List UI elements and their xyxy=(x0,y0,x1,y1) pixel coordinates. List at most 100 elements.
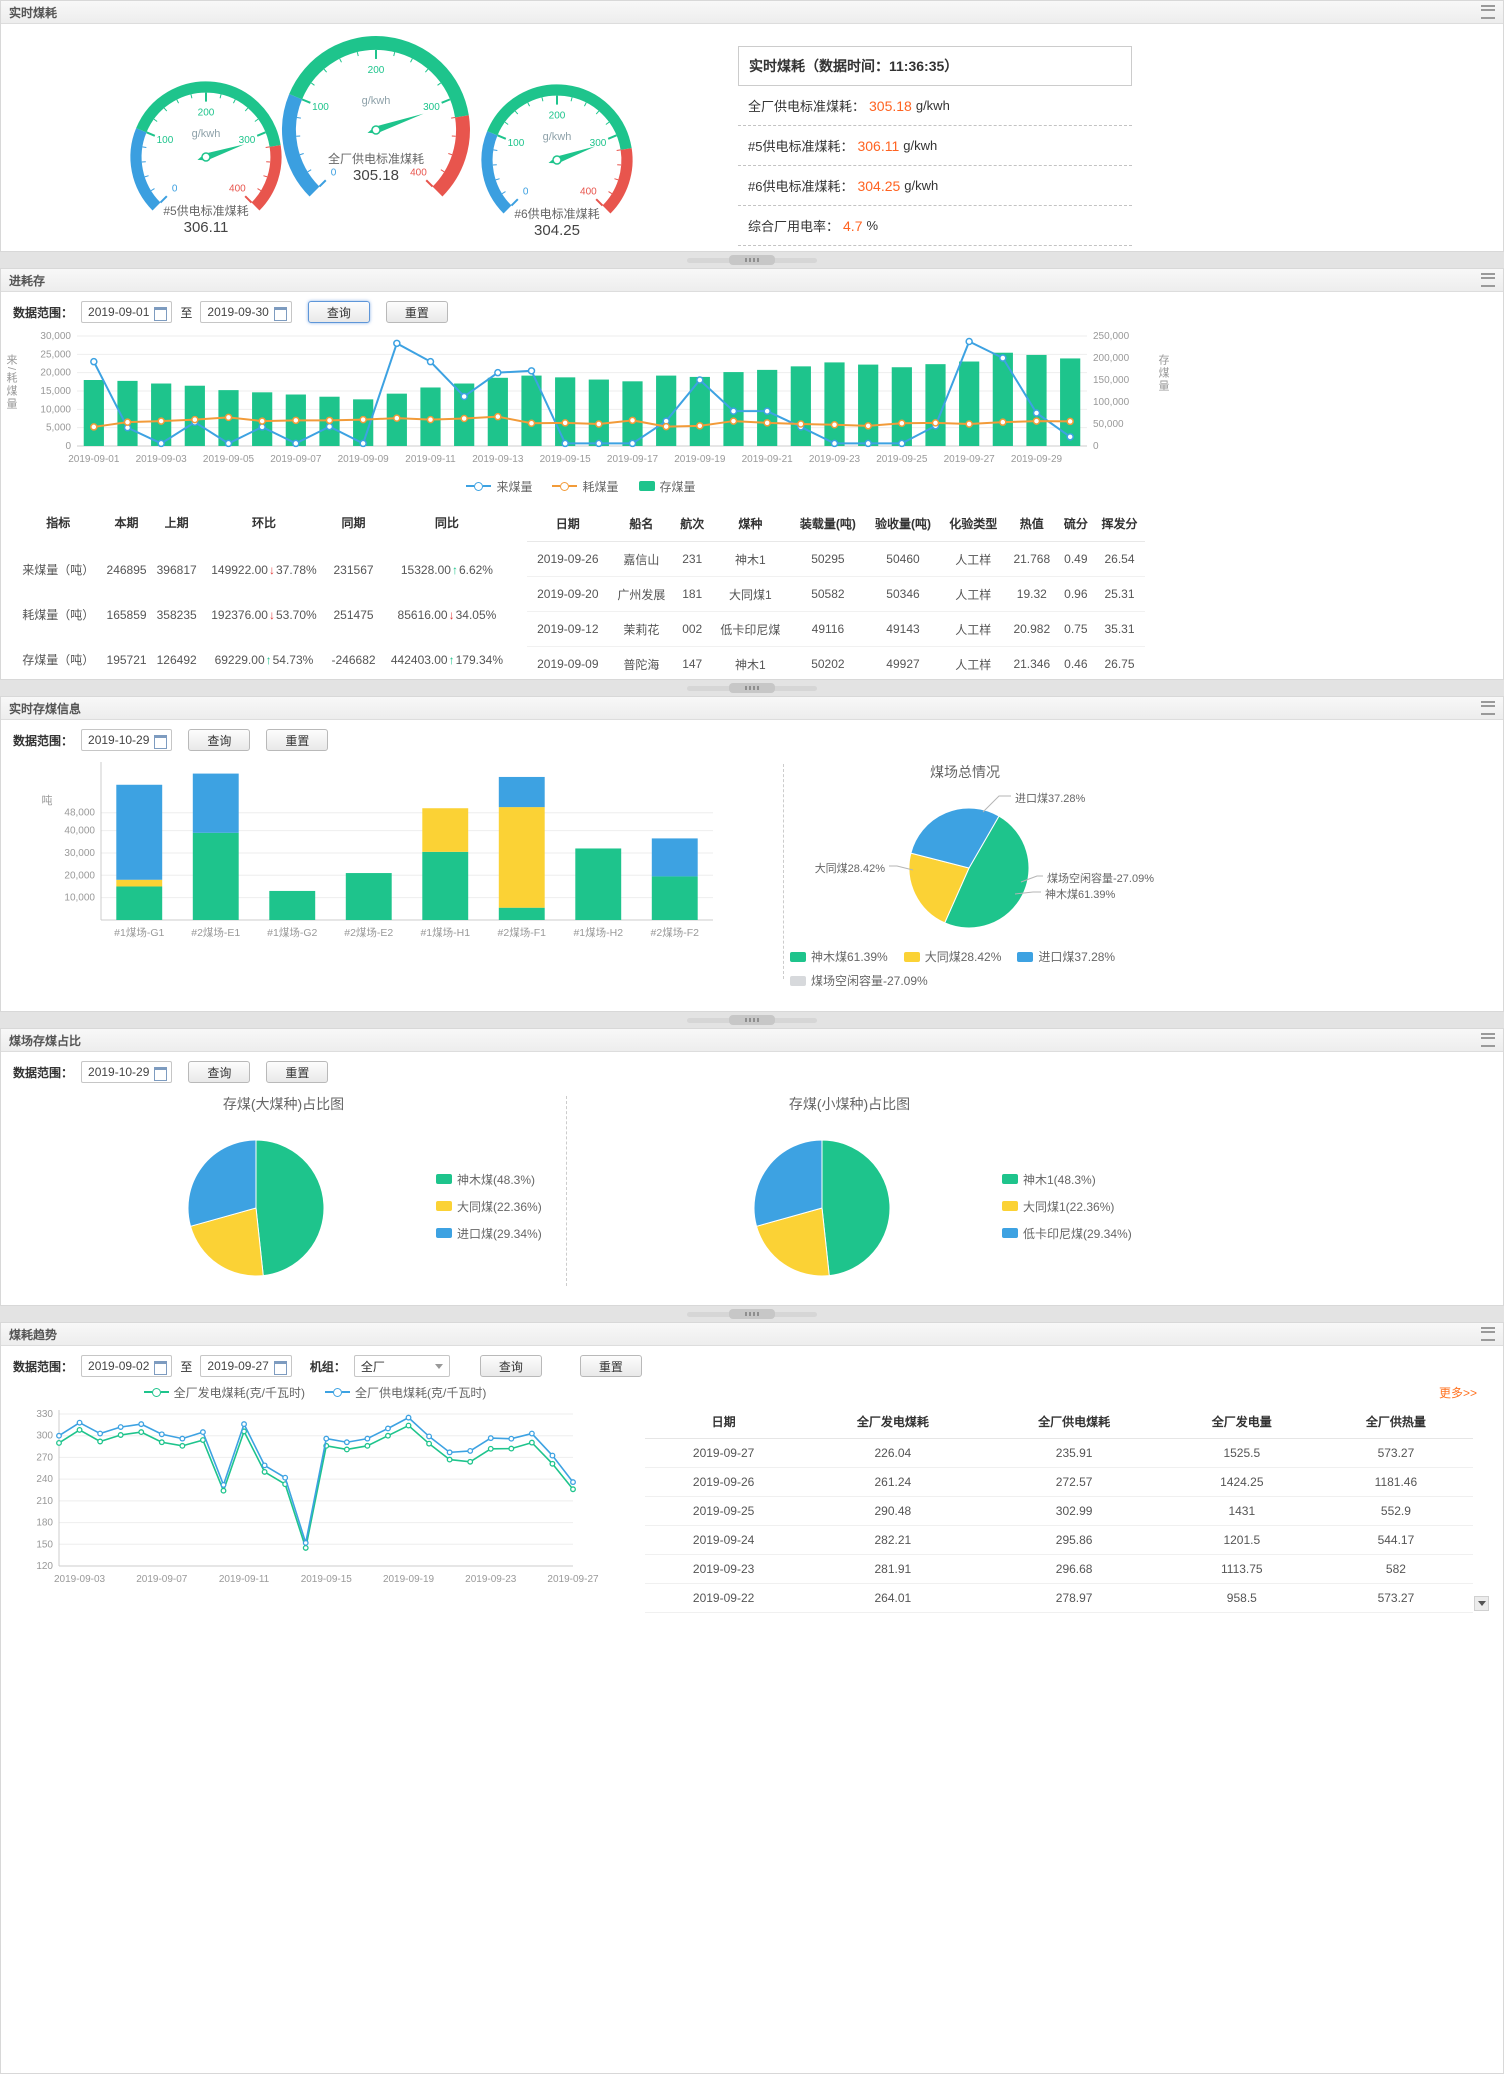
panel-coal-trend: 煤耗趋势 数据范围： 2019-09-02 至 2019-09-27 机组： 全… xyxy=(0,1322,1504,2074)
legend-item[interactable]: 神木煤61.39% xyxy=(790,948,888,965)
scrollbar-track xyxy=(687,1018,817,1023)
panel-title: 煤耗趋势 xyxy=(9,1326,57,1343)
scrollbar-thumb[interactable] xyxy=(729,255,775,265)
scrollbar-thumb[interactable] xyxy=(729,683,775,693)
date-from-value: 2019-09-02 xyxy=(88,1359,149,1373)
query-button[interactable]: 查询 xyxy=(308,301,370,323)
down-arrow-icon: ↓ xyxy=(449,608,455,622)
yard-pie-block: 煤场总情况 进口煤37.28%大同煤28.42%煤场空闲容量-27.09%神木煤… xyxy=(784,754,1146,989)
panel-header: 进耗存 xyxy=(1,269,1503,292)
panel-gap xyxy=(0,680,1504,696)
svg-text:330: 330 xyxy=(36,1409,53,1420)
trend-table-block: 更多>> 日期全厂发电煤耗全厂供电煤耗全厂发电量全厂供热量2019-09-272… xyxy=(617,1382,1491,1613)
svg-text:全厂供电标准煤耗: 全厂供电标准煤耗 xyxy=(328,151,424,166)
date-range-label: 数据范围： xyxy=(13,1064,73,1081)
svg-text:30,000: 30,000 xyxy=(40,331,71,342)
table-scroll-down-arrow[interactable] xyxy=(1474,1596,1489,1611)
svg-text:2019-09-17: 2019-09-17 xyxy=(607,454,659,465)
panel-menu-icon[interactable] xyxy=(1481,1327,1495,1341)
date-to-input[interactable]: 2019-09-30 xyxy=(200,301,291,323)
scrollbar-thumb[interactable] xyxy=(729,1309,775,1319)
reset-button[interactable]: 重置 xyxy=(266,1061,328,1083)
calendar-icon xyxy=(154,307,167,321)
svg-text:20,000: 20,000 xyxy=(64,870,95,881)
svg-text:300: 300 xyxy=(239,135,256,146)
unit-select[interactable]: 全厂 xyxy=(354,1355,450,1377)
svg-text:#2煤场-F1: #2煤场-F1 xyxy=(498,926,547,939)
date-to-input[interactable]: 2019-09-27 xyxy=(200,1355,291,1377)
legend-item[interactable]: 全厂供电煤耗(克/千瓦时) xyxy=(325,1384,486,1401)
column-header: 本期 xyxy=(101,506,151,547)
trend-table: 日期全厂发电煤耗全厂供电煤耗全厂发电量全厂供热量2019-09-27226.04… xyxy=(645,1405,1473,1613)
date-value: 2019-10-29 xyxy=(88,733,149,747)
svg-text:250,000: 250,000 xyxy=(1093,331,1130,342)
legend-item[interactable]: 大同煤28.42% xyxy=(904,948,1002,965)
svg-text:100: 100 xyxy=(508,138,525,149)
realtime-body: 0100200300400g/kwh#5供电标准煤耗306.1101002003… xyxy=(1,24,1503,252)
down-arrow-icon: ↓ xyxy=(269,563,275,577)
svg-text:2019-09-15: 2019-09-15 xyxy=(540,454,592,465)
panel-realtime-storage: 实时存煤信息 数据范围： 2019-10-29 查询 重置 10,00020,0… xyxy=(0,696,1504,1012)
reset-button[interactable]: 重置 xyxy=(580,1355,642,1377)
legend-item[interactable]: 大同煤(22.36%) xyxy=(436,1198,542,1215)
legend-item[interactable]: 大同煤1(22.36%) xyxy=(1002,1198,1132,1215)
scrollbar-track xyxy=(687,686,817,691)
query-button[interactable]: 查询 xyxy=(480,1355,542,1377)
date-range-label: 数据范围： xyxy=(13,732,73,749)
svg-text:270: 270 xyxy=(36,1452,53,1463)
svg-text:2019-09-05: 2019-09-05 xyxy=(203,454,255,465)
svg-text:2019-09-21: 2019-09-21 xyxy=(742,454,794,465)
svg-text:25,000: 25,000 xyxy=(40,349,71,360)
date-input[interactable]: 2019-10-29 xyxy=(81,1061,172,1083)
ratio-body: 存煤(大煤种)占比图 神木煤(48.3%)大同煤(22.36%)进口煤(29.3… xyxy=(1,1084,1503,1296)
table-row: 2019-09-25290.48302.991431552.9 xyxy=(645,1497,1473,1526)
legend-item[interactable]: 耗煤量 xyxy=(552,478,618,495)
jhc-chart: 来/耗煤量 05,00010,00015,00020,00025,00030,0… xyxy=(1,328,1173,476)
legend-item[interactable]: 神木1(48.3%) xyxy=(1002,1171,1132,1188)
svg-text:150,000: 150,000 xyxy=(1093,375,1130,386)
table-row: 2019-09-20广州发展181大同煤15058250346人工样19.320… xyxy=(527,577,1145,612)
svg-text:0: 0 xyxy=(1093,441,1099,452)
svg-text:100: 100 xyxy=(312,102,329,113)
table-row: 2019-09-26261.24272.571424.251181.46 xyxy=(645,1468,1473,1497)
svg-text:2019-09-19: 2019-09-19 xyxy=(674,454,726,465)
panel-menu-icon[interactable] xyxy=(1481,1033,1495,1047)
trend-chart-block: 全厂发电煤耗(克/千瓦时)全厂供电煤耗(克/千瓦时) 1201501802102… xyxy=(13,1382,617,1613)
more-link[interactable]: 更多>> xyxy=(645,1382,1489,1405)
big-coal-pie-block: 存煤(大煤种)占比图 神木煤(48.3%)大同煤(22.36%)进口煤(29.3… xyxy=(1,1086,566,1296)
query-button[interactable]: 查询 xyxy=(188,1061,250,1083)
panel-menu-icon[interactable] xyxy=(1481,273,1495,287)
jhc-controls: 数据范围： 2019-09-01 至 2019-09-30 查询 重置 xyxy=(1,292,1503,324)
legend-item[interactable]: 煤场空闲容量-27.09% xyxy=(790,972,928,989)
unit-select-value: 全厂 xyxy=(361,1358,385,1375)
left-axis-name: 来/耗煤量 xyxy=(3,354,19,411)
svg-text:g/kwh: g/kwh xyxy=(543,131,572,143)
svg-text:10,000: 10,000 xyxy=(40,404,71,415)
svg-text:神木煤61.39%: 神木煤61.39% xyxy=(1045,887,1116,901)
legend-item[interactable]: 神木煤(48.3%) xyxy=(436,1171,542,1188)
reset-button[interactable]: 重置 xyxy=(266,729,328,751)
legend-item[interactable]: 进口煤(29.34%) xyxy=(436,1225,542,1242)
legend-item[interactable]: 来煤量 xyxy=(466,478,532,495)
panel-menu-icon[interactable] xyxy=(1481,701,1495,715)
date-from-input[interactable]: 2019-09-01 xyxy=(81,301,172,323)
legend-item[interactable]: 低卡印尼煤(29.34%) xyxy=(1002,1225,1132,1242)
query-button[interactable]: 查询 xyxy=(188,729,250,751)
table-row: 2019-09-24282.21295.861201.5544.17 xyxy=(645,1526,1473,1555)
reset-button[interactable]: 重置 xyxy=(386,301,448,323)
date-from-input[interactable]: 2019-09-02 xyxy=(81,1355,172,1377)
date-value: 2019-10-29 xyxy=(88,1065,149,1079)
legend-item[interactable]: 存煤量 xyxy=(639,478,696,495)
table-row: 2019-09-12茉莉花002低卡印尼煤4911649143人工样20.982… xyxy=(527,612,1145,647)
svg-text:#1煤场-G2: #1煤场-G2 xyxy=(267,926,317,939)
bar-line-chart: 05,00010,00015,00020,00025,00030,000050,… xyxy=(15,328,1155,476)
date-input[interactable]: 2019-10-29 xyxy=(81,729,172,751)
column-header: 航次 xyxy=(674,506,710,542)
legend-item[interactable]: 进口煤37.28% xyxy=(1017,948,1115,965)
panel-menu-icon[interactable] xyxy=(1481,5,1495,19)
info-row: 全厂供电标准煤耗：305.18g/kwh xyxy=(738,86,1132,126)
scrollbar-thumb[interactable] xyxy=(729,1015,775,1025)
legend-item[interactable]: 全厂发电煤耗(克/千瓦时) xyxy=(144,1384,305,1401)
svg-text:#2煤场-E2: #2煤场-E2 xyxy=(344,926,393,939)
table-row: 2019-09-22264.01278.97958.5573.27 xyxy=(645,1584,1473,1613)
